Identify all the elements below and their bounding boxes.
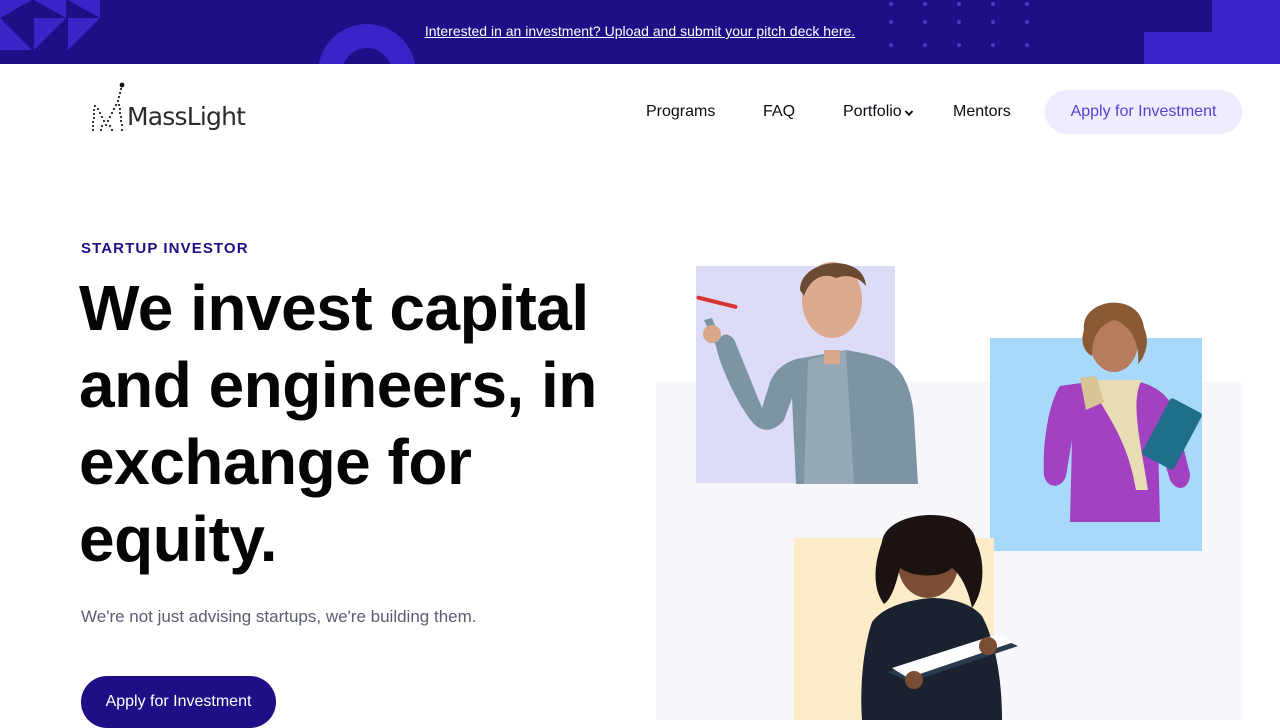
logo-wordmark: MassLight (127, 102, 246, 131)
nav-portfolio-label: Portfolio (843, 103, 902, 120)
nav-programs-label: Programs (646, 103, 716, 120)
site-header: MassLight Programs FAQ Portfolio Mentors… (0, 64, 1280, 160)
chevron-down-icon (904, 110, 913, 117)
nav-programs[interactable]: Programs (646, 90, 715, 134)
cream-photo-frame (794, 538, 994, 720)
woman-with-folder-image (1043, 302, 1202, 522)
nav-faq-label: FAQ (763, 103, 796, 120)
illustration-backdrop (656, 382, 1242, 720)
apply-for-investment-hero-button[interactable]: Apply for Investment (81, 676, 276, 728)
woman-reading-image (861, 514, 1018, 720)
apply-for-investment-header-button[interactable]: Apply for Investment (1045, 90, 1242, 134)
nav-faq[interactable]: FAQ (763, 90, 795, 134)
man-with-marker-image (696, 262, 918, 484)
hero-headline: We invest capital and engineers, in exch… (79, 272, 597, 575)
nav-portfolio-dropdown[interactable]: Portfolio (843, 90, 914, 134)
masslight-logo-mark-icon (91, 82, 125, 132)
hero-subhead: We're not just advising startups, we're … (81, 607, 477, 626)
pitch-deck-link[interactable]: Interested in an investment? Upload and … (0, 0, 1280, 64)
hero-eyebrow: STARTUP INVESTOR (81, 240, 249, 257)
nav-mentors[interactable]: Mentors (953, 90, 1011, 134)
masslight-logo[interactable]: MassLight (90, 80, 250, 134)
announcement-bar: Interested in an investment? Upload and … (0, 0, 1280, 64)
blue-photo-frame (990, 338, 1202, 551)
nav-mentors-label: Mentors (953, 103, 1011, 120)
lavender-photo-frame (696, 266, 895, 483)
